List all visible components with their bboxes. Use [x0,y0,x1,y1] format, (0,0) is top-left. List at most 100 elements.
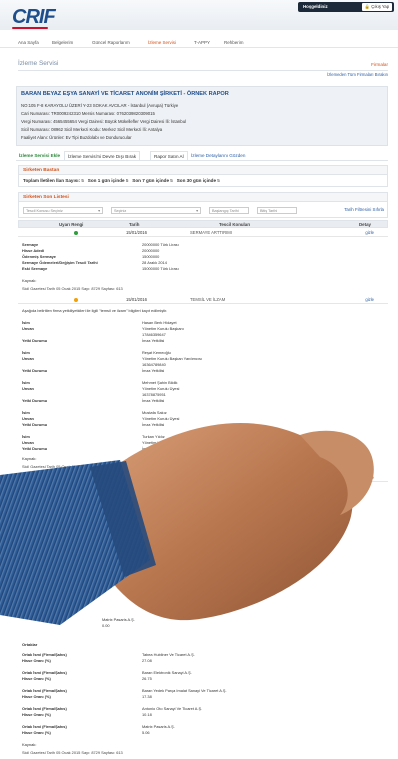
person-title-label: Unvan [22,326,34,331]
partner-share-label: Hisse Oranı (%) [22,658,51,663]
table-header: Uyarı Rengi Tarih Tescil Konuları Detay [18,220,388,228]
status-dot-green [74,231,78,235]
partner-name-value: Antonio Oto Sanayi Ve Ticaret A.Ş. [142,706,203,711]
table-row: 15/01/2016 SERMAYE ARTTIRIMI gizle [18,229,388,237]
col-detail: Detay [359,222,371,227]
fingers-shape [300,430,374,515]
col-date: Tarih [129,222,140,227]
tab-add-monitoring[interactable]: İzleme Servisi Ekle [16,151,63,161]
summary-box: Sirketen Bastan Toplam İletilen İlan Say… [18,165,388,187]
nav-item-documents[interactable]: Belgelerim [52,40,73,45]
person-title-label: Unvan [22,356,34,361]
old-capital-label: Eski Sermaye [22,266,48,271]
person-title-value: Yönetim Kurulu Üyesi [142,386,180,391]
firmalar-link[interactable]: Firmalar [371,62,388,67]
status-dot-orange [74,298,78,302]
nav-item-tappy[interactable]: T-APPY [194,40,210,45]
partner-name-value: Matrix Pasaris A.Ş. [102,617,135,622]
tab-disable-monitoring[interactable]: İzleme Servisi'ni Devre Dışı Bırak [64,151,141,161]
logo-swoosh [12,27,48,29]
person-status-label: Yetki Durumu [22,368,48,373]
release-all-link[interactable]: İzlemeden Tüm Firmaları Bırakın [327,72,388,77]
partner-name-value: Baran Yedek Parça Imalat Sanayi Ve Ticar… [142,688,227,693]
share-count-value: 20000000 [142,248,160,253]
person-title-value: Yönetim Kurulu Üyesi [142,416,180,421]
nav-item-guide[interactable]: Rehberim [224,40,244,45]
partner-share-label: Hisse Oranı (%) [22,730,51,735]
capital-date-label: Sermaye Tescil Tarihi [22,486,62,491]
person-title-label: Unvan [22,416,34,421]
col-subject: Tescil Konuları [219,222,251,227]
hand-shape [90,423,353,621]
shirt-sleeve [0,460,150,625]
person-name-value: Mustafa Sakız [142,410,167,415]
partner-share-value: 26.75 [142,676,152,681]
share-count-label: Hisse Adedi [22,248,45,253]
secondary-filter-select[interactable]: Seçiniz ▾ [111,207,201,214]
partner-share-value: 5.06 [142,730,150,735]
summary-stats: Toplam İletilen İlan Sayısı: 5 Son 1 gün… [23,178,220,183]
paid-capital-value: 15000000 [142,254,160,259]
reset-date-filter-link[interactable]: Tarih Filtresini Sıfırla [344,207,384,212]
company-cari: Cari Numarası: TR0009242310 Mersis Numar… [21,111,155,116]
period-7-label: Son 7 gün içinde [132,178,170,183]
main-nav: Ana Sayfa Belgelerim Güncel Raporlarım İ… [0,38,398,48]
period-7-value: 5 [170,178,173,183]
person-id-value: 16378875951 [142,392,166,397]
row-date: 15/01/2016 [126,230,147,235]
nav-item-reports[interactable]: Güncel Raporlarım [92,40,130,45]
row-detail-link[interactable]: gizle [365,297,374,302]
capital-date-value: 28 Aralık 2014 [142,260,167,265]
nav-item-monitoring[interactable]: İzleme Servisi [148,40,176,45]
row-detail-link[interactable]: gizle [365,230,374,235]
person-name-label: İsim [22,350,30,355]
source-label: Kaynak: [22,456,37,461]
date-to-input[interactable]: Bitiş Tarihi [257,207,297,214]
logout-button[interactable]: 🔒 Çıkış Yap [362,3,392,11]
person-status-value: İmza Yetkilisi [142,368,165,373]
row-subject: TEMSİL VE İLZAM [190,297,226,302]
source-label: Kaynak: [22,278,37,283]
person-title-label: Unvan [22,386,34,391]
person-name-value: Mehmet Şahin Bildik [142,380,178,385]
partner-name-label: Ortak İsmi (Firma/Şahıs) [22,670,67,675]
row-date: 15/01/2016 [126,297,147,302]
person-name-label: İsim [22,320,30,325]
person-title-value: Yönetim Kurulu Üyesi [142,440,180,445]
action-tabs: İzleme Servisi Ekle İzleme Servisi'ni De… [16,151,388,161]
tab-buy-report[interactable]: Rapor Satın Al [150,151,188,161]
capital-value: 20000000 Türk Lirası [142,242,179,247]
user-bar: Hoşgeldiniz 🔒 Çıkış Yap [298,2,394,12]
summary-header: Sirketen Bastan [19,166,387,175]
partner-share-value: 27.08 [142,658,152,663]
gazette-text: Sicil Gazetesi Tarih 05 Ocak 2015 Sayı: … [22,464,123,469]
paid-capital-label: Ödenmiş Sermaye [22,254,56,259]
nav-item-home[interactable]: Ana Sayfa [18,40,39,45]
period-1-label: Son 1 gün içinde [87,178,125,183]
old-capital-value: 15000000 Türk Lirası [142,266,179,271]
period-30-label: Son 30 gün içinde [176,178,217,183]
person-status-value: İmza Yetkilisi [142,398,165,403]
partner-name-label: Ortak İsmi (Firma/Şahıs) [22,706,67,711]
logout-label: Çıkış Yap [371,4,390,9]
date-from-input[interactable]: Başlangıç Tarihi [209,207,249,214]
subject-filter-select[interactable]: Tescil Konusu Seçiniz ▾ [23,207,103,214]
representation-intro: Aşağıda belirtilen firma yetkiliyetkiler… [22,308,168,313]
company-address: NO:105 F-8 KARAYOLU ÜZERİ Y-23 SOKAK AVC… [21,103,179,108]
capital-date-value: 28 Aralık 2014 [142,486,167,491]
top-banner: CRIF Hoşgeldiniz 🔒 Çıkış Yap [0,0,398,30]
status-dot-orange [74,476,78,480]
person-title-value: Yönetim Kurulu Başkan Yardımcısı [142,356,202,361]
person-status-label: Yetki Durumu [22,422,48,427]
capital-label: Sermaye [22,242,39,247]
source-label: Kaynak: [22,742,37,747]
tab-monitoring-details[interactable]: İzleme Detaylarını Gözden [188,151,248,161]
row-subject: SERMAYE [190,475,211,480]
crif-logo[interactable]: CRIF [12,6,56,29]
page-title: İzleme Servisi [18,60,59,67]
person-name-value: Hasan Berk Hidayet [142,320,177,325]
company-sicil: Sicil Numarası: 08962 Sicil Merkezi Kodu… [21,127,163,132]
row-detail-link[interactable]: gizle [365,475,374,480]
greeting-text: Hoşgeldiniz [303,4,328,9]
total-value: 5 [81,178,84,183]
